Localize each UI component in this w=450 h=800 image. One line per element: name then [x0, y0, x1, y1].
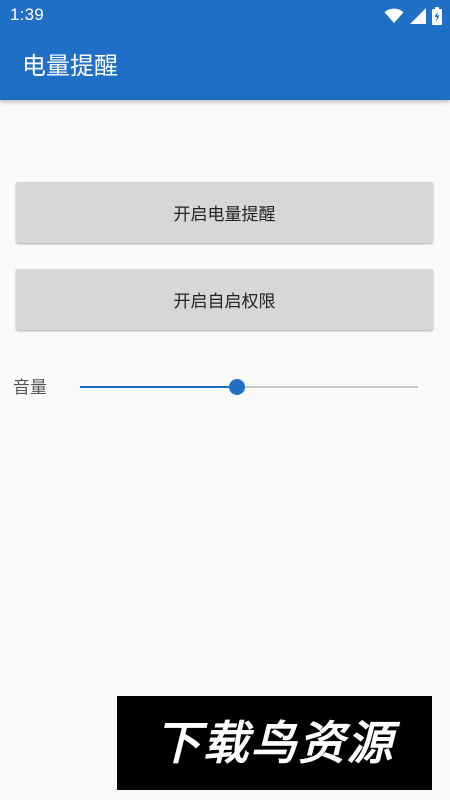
wifi-icon [384, 8, 404, 24]
status-icons [384, 6, 442, 26]
enable-autostart-permission-button[interactable]: 开启自启权限 [16, 269, 433, 330]
status-bar: 1:39 [0, 0, 450, 32]
enable-battery-reminder-button[interactable]: 开启电量提醒 [16, 182, 433, 243]
enable-battery-reminder-label: 开启电量提醒 [173, 205, 276, 225]
volume-slider[interactable] [80, 377, 418, 397]
app-bar: 电量提醒 [0, 32, 450, 100]
volume-slider-fill [80, 386, 238, 388]
watermark-banner: 下载鸟资源 [117, 696, 432, 790]
status-time: 1:39 [10, 5, 44, 24]
volume-label: 音量 [13, 378, 47, 398]
volume-slider-thumb[interactable] [229, 379, 246, 395]
page-title: 电量提醒 [22, 52, 118, 80]
signal-icon [410, 8, 426, 24]
battery-charging-icon [432, 7, 442, 25]
enable-autostart-permission-label: 开启自启权限 [173, 292, 276, 312]
watermark-text: 下载鸟资源 [154, 716, 395, 770]
